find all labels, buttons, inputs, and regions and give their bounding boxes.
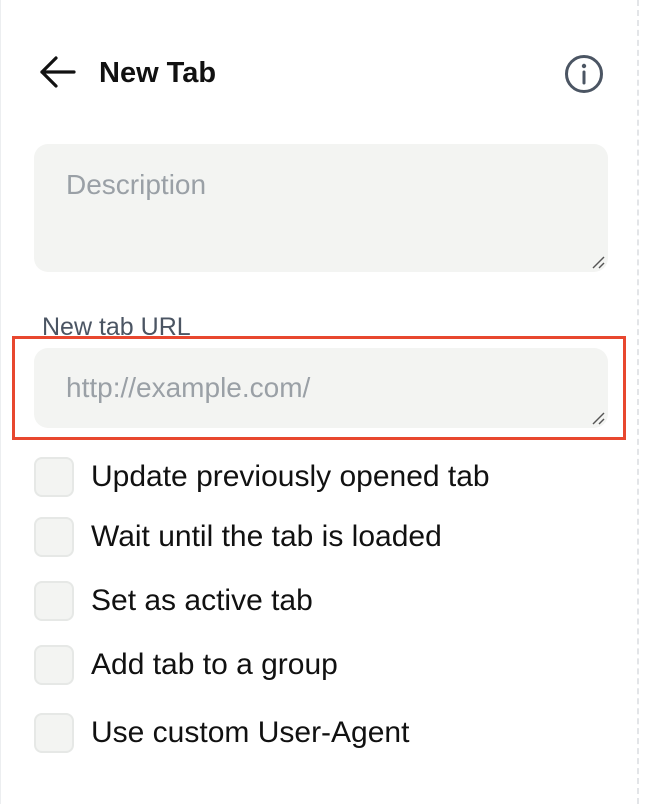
option-label: Wait until the tab is loaded <box>91 520 442 553</box>
checkbox-update-previous-tab[interactable] <box>34 457 74 497</box>
back-button[interactable] <box>36 54 80 90</box>
checkbox-add-to-group[interactable] <box>34 645 74 685</box>
page-title: New Tab <box>99 57 217 89</box>
option-custom-user-agent[interactable]: Use custom User-Agent <box>34 713 614 753</box>
option-update-previous-tab[interactable]: Update previously opened tab <box>34 457 614 497</box>
checkbox-set-active-tab[interactable] <box>34 581 74 621</box>
checkbox-custom-user-agent[interactable] <box>34 713 74 753</box>
resize-grip-icon[interactable] <box>590 254 606 270</box>
option-label: Add tab to a group <box>91 648 338 681</box>
info-button[interactable] <box>562 52 606 96</box>
panel-header: New Tab <box>0 40 636 106</box>
checkbox-wait-until-loaded[interactable] <box>34 517 74 557</box>
panel-left-border <box>0 0 1 804</box>
info-circle-icon <box>565 55 603 93</box>
url-field[interactable]: http://example.com/ <box>34 348 608 428</box>
option-label: Use custom User-Agent <box>91 716 410 749</box>
option-label: Set as active tab <box>91 584 313 617</box>
description-field[interactable]: Description <box>34 144 608 272</box>
url-placeholder: http://example.com/ <box>66 372 311 403</box>
option-add-to-group[interactable]: Add tab to a group <box>34 645 614 685</box>
new-tab-panel: New Tab Description New tab URL http://e… <box>0 0 636 804</box>
option-set-active-tab[interactable]: Set as active tab <box>34 581 614 621</box>
arrow-left-icon <box>40 56 76 88</box>
panel-right-border <box>637 0 639 804</box>
resize-grip-icon[interactable] <box>590 410 606 426</box>
option-label: Update previously opened tab <box>91 460 490 493</box>
option-wait-until-loaded[interactable]: Wait until the tab is loaded <box>34 517 614 557</box>
description-placeholder: Description <box>66 169 207 200</box>
